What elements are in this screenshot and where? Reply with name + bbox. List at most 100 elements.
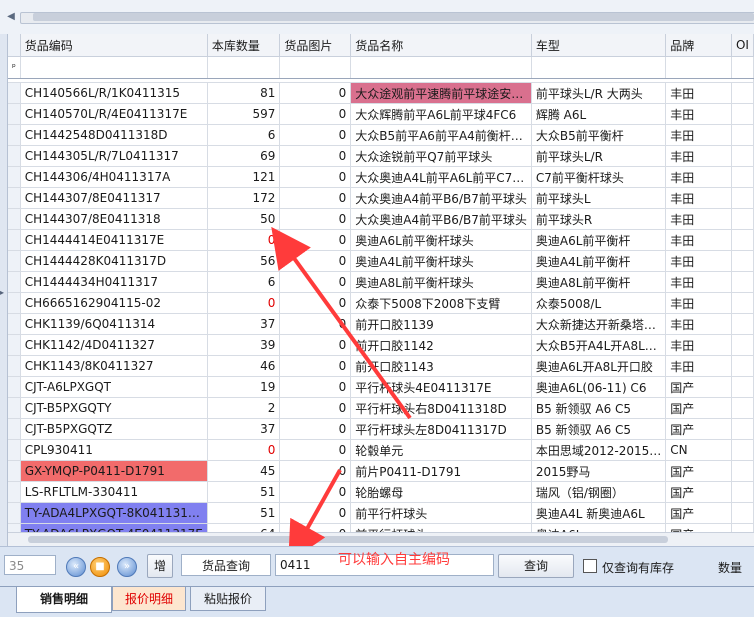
column-header-code[interactable]: 货品编码 <box>20 34 208 57</box>
cell-name[interactable]: 前片P0411-D1791 <box>350 460 532 482</box>
table-row[interactable]: GX-YMQP-P0411-D1791 45 0 前片P0411-D1791 2015野… <box>8 460 754 482</box>
filter-cell[interactable] <box>731 56 754 79</box>
row-indicator[interactable] <box>8 376 21 398</box>
filter-row[interactable]: ᵖ <box>8 56 754 79</box>
cell-image[interactable]: 0 <box>279 376 352 398</box>
row-indicator[interactable] <box>8 271 21 293</box>
cell-more[interactable] <box>731 208 754 230</box>
cell-more[interactable] <box>731 313 754 335</box>
filter-cell[interactable] <box>207 56 281 79</box>
cell-brand[interactable]: 国产 <box>665 481 732 503</box>
cell-image[interactable]: 0 <box>279 460 352 482</box>
table-row[interactable]: CH1444428K0411317D 56 0 奥迪A4L前平衡杆球头 奥迪A4L前平衡… <box>8 250 754 272</box>
cell-code[interactable]: GX-YMQP-P0411-D1791 <box>20 460 208 482</box>
table-row[interactable]: CHK1142/4D0411327 39 0 前开口胶1142 大众B5开A4L开A8L… <box>8 334 754 356</box>
cell-qty[interactable]: 39 <box>207 334 281 356</box>
row-indicator[interactable] <box>8 229 21 251</box>
cell-code[interactable]: CH144306/4H0411317A <box>20 166 208 188</box>
cell-more[interactable] <box>731 82 754 104</box>
cell-code[interactable]: CPL930411 <box>20 439 208 461</box>
cell-brand[interactable]: 丰田 <box>665 145 732 167</box>
cell-image[interactable]: 0 <box>279 187 352 209</box>
table-row[interactable]: CH140566L/R/1K0411315 81 0 大众途观前平速腾前平球途安… 前平… <box>8 82 754 104</box>
query-button[interactable]: 查询 <box>498 554 574 578</box>
cell-image[interactable]: 0 <box>279 439 352 461</box>
row-indicator[interactable] <box>8 313 21 335</box>
cell-image[interactable]: 0 <box>279 355 352 377</box>
cell-code[interactable]: CH1442548D0411318D <box>20 124 208 146</box>
prev-page-icon[interactable]: « <box>66 557 86 577</box>
cell-brand[interactable]: 国产 <box>665 376 732 398</box>
cell-code[interactable]: CJT-B5PXGQTZ <box>20 418 208 440</box>
stock-only-checkbox[interactable] <box>583 559 597 573</box>
cell-model[interactable]: 大众新捷达开新桑塔… <box>531 313 667 335</box>
cell-qty[interactable]: 51 <box>207 481 281 503</box>
cell-model[interactable]: 奥迪A6L前平衡杆 <box>531 229 667 251</box>
column-header-qty[interactable]: 本库数量 <box>207 34 281 57</box>
cell-model[interactable]: 众泰5008/L <box>531 292 667 314</box>
cell-brand[interactable]: 丰田 <box>665 187 732 209</box>
cell-image[interactable]: 0 <box>279 418 352 440</box>
cell-qty[interactable]: 45 <box>207 460 281 482</box>
cell-model[interactable]: 本田思域2012-2015… <box>531 439 667 461</box>
cell-more[interactable] <box>731 229 754 251</box>
cell-name[interactable]: 大众辉腾前平A6L前平球4FC6 <box>350 103 532 125</box>
cell-image[interactable]: 0 <box>279 166 352 188</box>
cell-image[interactable]: 0 <box>279 502 352 524</box>
cell-name[interactable]: 平行杆球头左8D0411317D <box>350 418 532 440</box>
cell-brand[interactable]: 丰田 <box>665 334 732 356</box>
cell-brand[interactable]: 丰田 <box>665 103 732 125</box>
cell-name[interactable]: 大众途观前平速腾前平球途安… <box>350 82 532 104</box>
row-indicator[interactable] <box>8 355 21 377</box>
filter-cell[interactable] <box>20 56 208 79</box>
cell-more[interactable] <box>731 187 754 209</box>
cell-model[interactable]: 前平球头L/R <box>531 145 667 167</box>
cell-more[interactable] <box>731 481 754 503</box>
cell-brand[interactable]: 丰田 <box>665 250 732 272</box>
cell-code[interactable]: CJT-A6LPXGQT <box>20 376 208 398</box>
cell-name[interactable]: 前平行杆球头 <box>350 502 532 524</box>
column-header-model[interactable]: 车型 <box>531 34 667 57</box>
filter-cell[interactable] <box>279 56 352 79</box>
cell-brand[interactable]: 国产 <box>665 502 732 524</box>
cell-name[interactable]: 大众奥迪A4前平B6/B7前平球头 <box>350 208 532 230</box>
table-row[interactable]: CH6665162904115-02 0 0 众泰下5008下2008下支臂 众泰500… <box>8 292 754 314</box>
cell-more[interactable] <box>731 502 754 524</box>
table-row[interactable]: CHK1139/6Q0411314 37 0 前开口胶1139 大众新捷达开新桑塔… 丰田 <box>8 313 754 335</box>
row-indicator[interactable] <box>8 250 21 272</box>
cell-qty[interactable]: 81 <box>207 82 281 104</box>
row-indicator[interactable] <box>8 439 21 461</box>
row-indicator[interactable] <box>8 103 21 125</box>
row-indicator[interactable] <box>8 334 21 356</box>
table-row[interactable]: TY-ADA4LPXGQT-8K041131… 51 0 前平行杆球头 奥迪A4L 新奥… <box>8 502 754 524</box>
cell-model[interactable]: 奥迪A8L前平衡杆 <box>531 271 667 293</box>
cell-name[interactable]: 众泰下5008下2008下支臂 <box>350 292 532 314</box>
cell-model[interactable]: 前平球头R <box>531 208 667 230</box>
cell-qty[interactable]: 19 <box>207 376 281 398</box>
cell-more[interactable] <box>731 334 754 356</box>
cell-model[interactable]: 2015野马 <box>531 460 667 482</box>
column-header-name[interactable]: 货品名称 <box>350 34 532 57</box>
cell-more[interactable] <box>731 292 754 314</box>
current-page-icon[interactable]: ■ <box>90 557 110 577</box>
cell-brand[interactable]: 国产 <box>665 418 732 440</box>
cell-name[interactable]: 平行杆球头右8D0411318D <box>350 397 532 419</box>
cell-brand[interactable]: 丰田 <box>665 292 732 314</box>
cell-qty[interactable]: 2 <box>207 397 281 419</box>
tab-paste-quote[interactable]: 粘贴报价 <box>190 587 266 611</box>
cell-name[interactable]: 轮胎螺母 <box>350 481 532 503</box>
cell-model[interactable]: 大众B5前平衡杆 <box>531 124 667 146</box>
cell-code[interactable]: CHK1143/8K0411327 <box>20 355 208 377</box>
cell-qty[interactable]: 46 <box>207 355 281 377</box>
filter-cell[interactable] <box>665 56 732 79</box>
tab-sales-detail[interactable]: 销售明细 <box>16 587 112 613</box>
cell-model[interactable]: 大众B5开A4L开A8L… <box>531 334 667 356</box>
cell-name[interactable]: 大众奥迪A4L前平A6L前平C7… <box>350 166 532 188</box>
table-row[interactable]: CH144307/8E0411317 172 0 大众奥迪A4前平B6/B7前平球头前… <box>8 187 754 209</box>
cell-image[interactable]: 0 <box>279 313 352 335</box>
cell-image[interactable]: 0 <box>279 250 352 272</box>
cell-code[interactable]: CJT-B5PXGQTY <box>20 397 208 419</box>
cell-model[interactable]: 奥迪A4L前平衡杆 <box>531 250 667 272</box>
cell-image[interactable]: 0 <box>279 208 352 230</box>
cell-model[interactable]: 瑞风（铝/钢圈） <box>531 481 667 503</box>
